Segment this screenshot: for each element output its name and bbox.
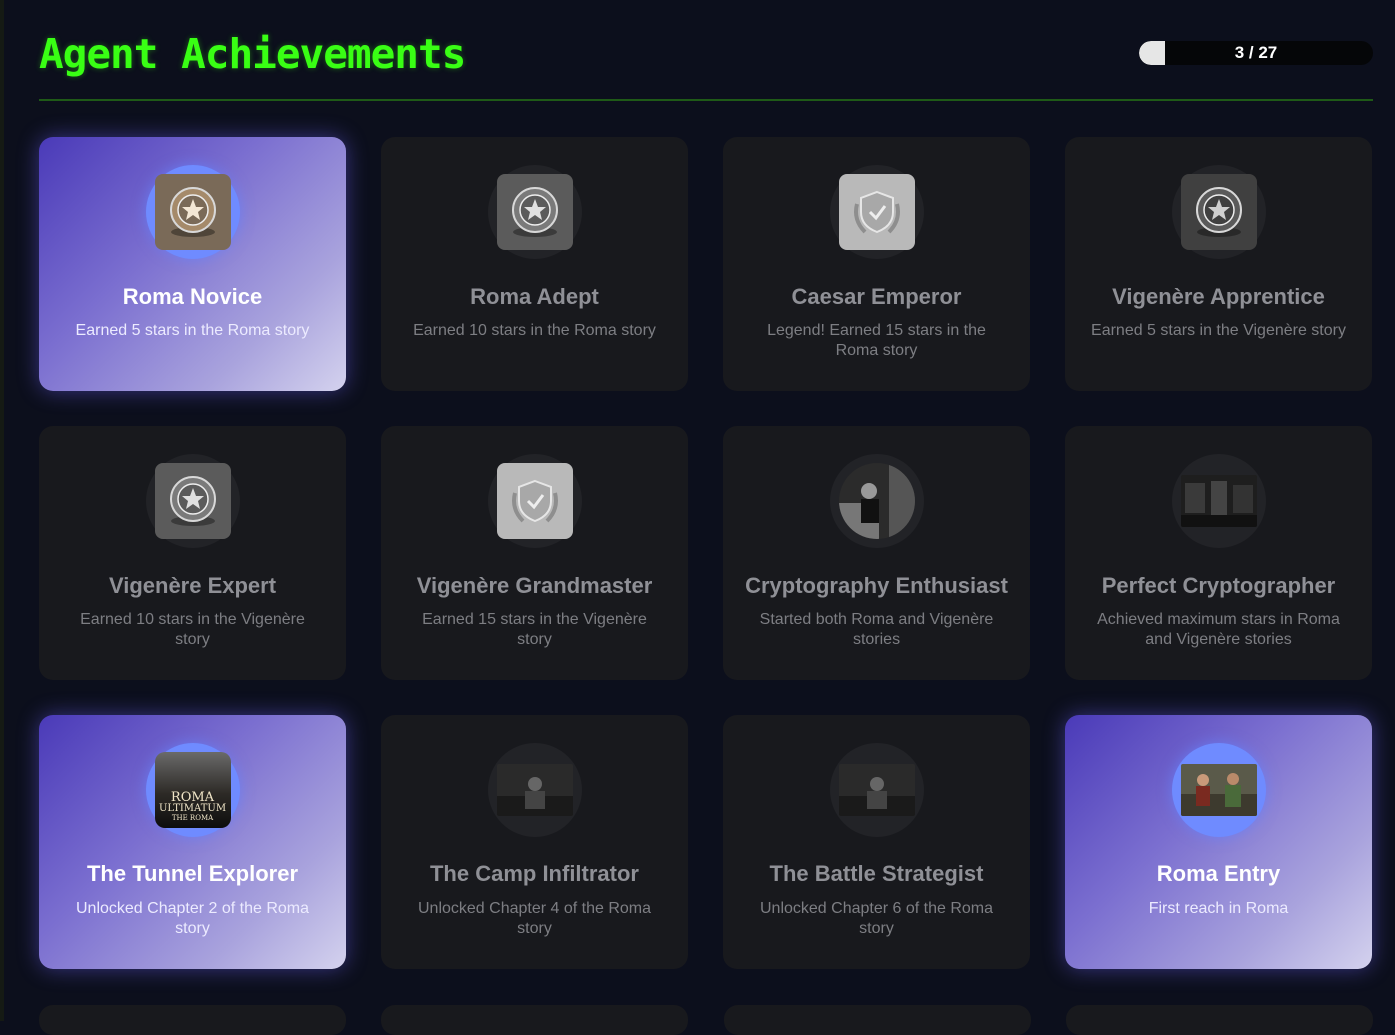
agent-scene-icon xyxy=(838,463,915,539)
roma-ultimatum-poster-icon: ROMA ULTIMATUM THE ROMA xyxy=(154,752,231,828)
achievement-icon-frame xyxy=(145,454,240,548)
bronze-star-medal-icon xyxy=(154,174,231,250)
poster-text: ROMA xyxy=(170,789,215,805)
achievement-description: Unlocked Chapter 2 of the Roma story xyxy=(75,900,309,937)
achievement-title: Cryptography Enthusiast xyxy=(745,573,1008,598)
achievement-description: Unlocked Chapter 6 of the Roma story xyxy=(759,900,993,937)
silver-star-medal-icon xyxy=(154,463,231,539)
laurel-shield-icon xyxy=(496,463,573,539)
arena-scene-icon xyxy=(838,764,915,816)
fight-scene-icon xyxy=(1180,764,1257,816)
achievement-icon-frame: ROMA ULTIMATUM THE ROMA xyxy=(145,743,240,837)
achievement-title: Perfect Cryptographer xyxy=(1101,573,1336,598)
achievement-title: Vigenère Grandmaster xyxy=(416,573,653,598)
header-divider xyxy=(39,99,1373,101)
achievement-card[interactable]: ROMA ULTIMATUM THE ROMA The Tunnel Explorer… xyxy=(39,715,346,969)
achievement-icon-frame xyxy=(1171,743,1266,837)
achievement-title: Roma Entry xyxy=(1156,861,1281,886)
achievement-progress-bar: 3 / 27 xyxy=(1139,41,1373,65)
office-scene-icon xyxy=(1180,475,1257,527)
achievement-title: Roma Adept xyxy=(470,284,599,309)
achievement-card[interactable]: Vigenère Expert Earned 10 stars in the Vi… xyxy=(39,426,346,680)
achievement-title: Vigenère Apprentice xyxy=(1112,284,1325,309)
achievement-icon-frame xyxy=(1171,454,1266,548)
achievement-title: Vigenère Expert xyxy=(108,573,277,598)
achievement-icon-frame xyxy=(145,165,240,259)
achievement-icon-frame xyxy=(829,743,924,837)
achievement-description: Started both Roma and Vigenère stories xyxy=(759,611,994,648)
achievement-card[interactable]: Cryptography Enthusiast Started both Roma… xyxy=(723,426,1030,680)
silver-star-medal-icon xyxy=(496,174,573,250)
left-edge xyxy=(0,0,4,1021)
star-medal-icon xyxy=(1180,174,1257,250)
achievement-card-peek[interactable] xyxy=(39,1005,346,1035)
achievement-icon-frame xyxy=(487,454,582,548)
achievement-description: First reach in Roma xyxy=(1148,900,1289,917)
achievement-title: Caesar Emperor xyxy=(791,284,962,309)
achievement-icon-frame xyxy=(487,165,582,259)
achievement-card-peek[interactable] xyxy=(381,1005,688,1035)
achievement-description: Earned 10 stars in the Roma story xyxy=(413,322,656,339)
page-title: Agent Achievements xyxy=(39,30,466,78)
achievement-description: Earned 10 stars in the Vigenère story xyxy=(80,611,305,648)
achievement-title: The Camp Infiltrator xyxy=(429,861,639,886)
achievement-description: Earned 15 stars in the Vigenère story xyxy=(422,611,647,648)
achievement-description: Unlocked Chapter 4 of the Roma story xyxy=(417,900,651,937)
achievement-description: Earned 5 stars in the Vigenère story xyxy=(1091,322,1346,339)
achievement-card[interactable]: Roma Entry First reach in Roma xyxy=(1065,715,1372,969)
achievement-card[interactable]: Roma Novice Earned 5 stars in the Roma st… xyxy=(39,137,346,391)
achievements-grid: Roma Novice Earned 5 stars in the Roma st… xyxy=(39,137,1373,969)
achievement-description: Achieved maximum stars in Roma and Vigen… xyxy=(1097,611,1340,648)
achievement-card[interactable]: The Battle Strategist Unlocked Chapter 6 … xyxy=(723,715,1030,969)
poster-text: THE ROMA xyxy=(171,813,214,822)
achievement-card[interactable]: Roma Adept Earned 10 stars in the Roma st… xyxy=(381,137,688,391)
progress-label: 3 / 27 xyxy=(1234,43,1278,62)
achievement-card[interactable]: Caesar Emperor Legend! Earned 15 stars in… xyxy=(723,137,1030,391)
achievement-description: Legend! Earned 15 stars in the Roma stor… xyxy=(767,322,986,359)
achievement-card-peek[interactable] xyxy=(1066,1005,1373,1035)
achievement-icon-frame xyxy=(1171,165,1266,259)
achievement-icon-frame xyxy=(829,165,924,259)
header: Agent Achievements 3 / 27 xyxy=(39,28,1373,88)
achievement-title: Roma Novice xyxy=(122,284,263,309)
achievement-title: The Battle Strategist xyxy=(769,861,984,886)
achievement-card-peek[interactable] xyxy=(724,1005,1031,1035)
laurel-shield-icon xyxy=(838,174,915,250)
achievement-card[interactable]: Vigenère Grandmaster Earned 15 stars in t… xyxy=(381,426,688,680)
achievement-icon-frame xyxy=(829,454,924,548)
soldier-scene-icon xyxy=(496,764,573,816)
achievement-card[interactable]: Perfect Cryptographer Achieved maximum st… xyxy=(1065,426,1372,680)
achievement-card[interactable]: The Camp Infiltrator Unlocked Chapter 4 o… xyxy=(381,715,688,969)
achievement-icon-frame xyxy=(487,743,582,837)
achievement-card[interactable]: Vigenère Apprentice Earned 5 stars in the… xyxy=(1065,137,1372,391)
achievement-title: The Tunnel Explorer xyxy=(86,861,299,886)
achievement-description: Earned 5 stars in the Roma story xyxy=(75,322,310,339)
